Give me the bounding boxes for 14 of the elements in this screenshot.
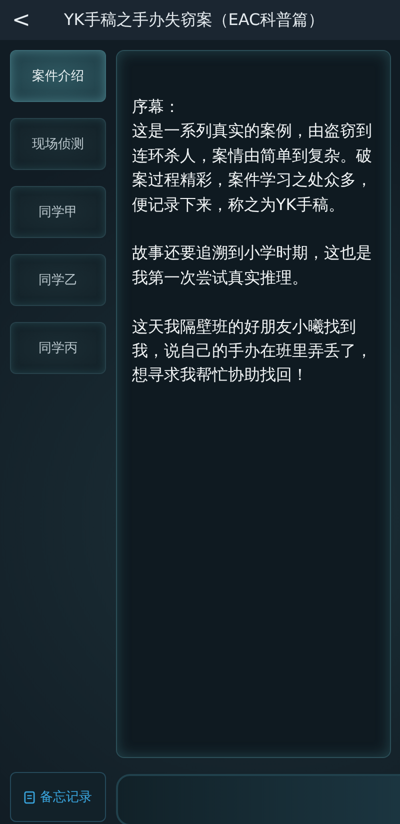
sidebar-tab[interactable]: 案件介绍 bbox=[10, 50, 106, 102]
notepad-icon bbox=[24, 790, 35, 804]
content-heading: 序幕： bbox=[132, 96, 181, 118]
story-paragraph: 故事还要追溯到小学时期，这也是我第一次尝试真实推理。 bbox=[132, 242, 373, 289]
sidebar-tab[interactable]: 同学丙 bbox=[10, 322, 106, 374]
sidebar-tab[interactable]: 现场侦测 bbox=[10, 118, 106, 170]
sidebar-tab[interactable]: 同学甲 bbox=[10, 186, 106, 238]
story-paragraph: 这是一系列真实的案例，由盗窃到连环杀人，案情由简单到复杂。破案过程精彩，案件学习之处众多，便记录下来，称之为YK手稿。 bbox=[132, 120, 373, 216]
story-paragraph: 这天我隔壁班的好朋友小曦找到我，说自己的手办在班里弄丢了，想寻求我帮忙协助找回！ bbox=[132, 316, 373, 386]
memo-label: 备忘记录 bbox=[40, 788, 92, 806]
memo-button[interactable]: 备忘记录 bbox=[10, 772, 106, 822]
back-button[interactable]: < bbox=[0, 8, 36, 32]
page-title: YK手稿之手办失窃案（EAC科普篇） bbox=[64, 10, 324, 30]
sidebar-tab[interactable]: 同学乙 bbox=[10, 254, 106, 306]
